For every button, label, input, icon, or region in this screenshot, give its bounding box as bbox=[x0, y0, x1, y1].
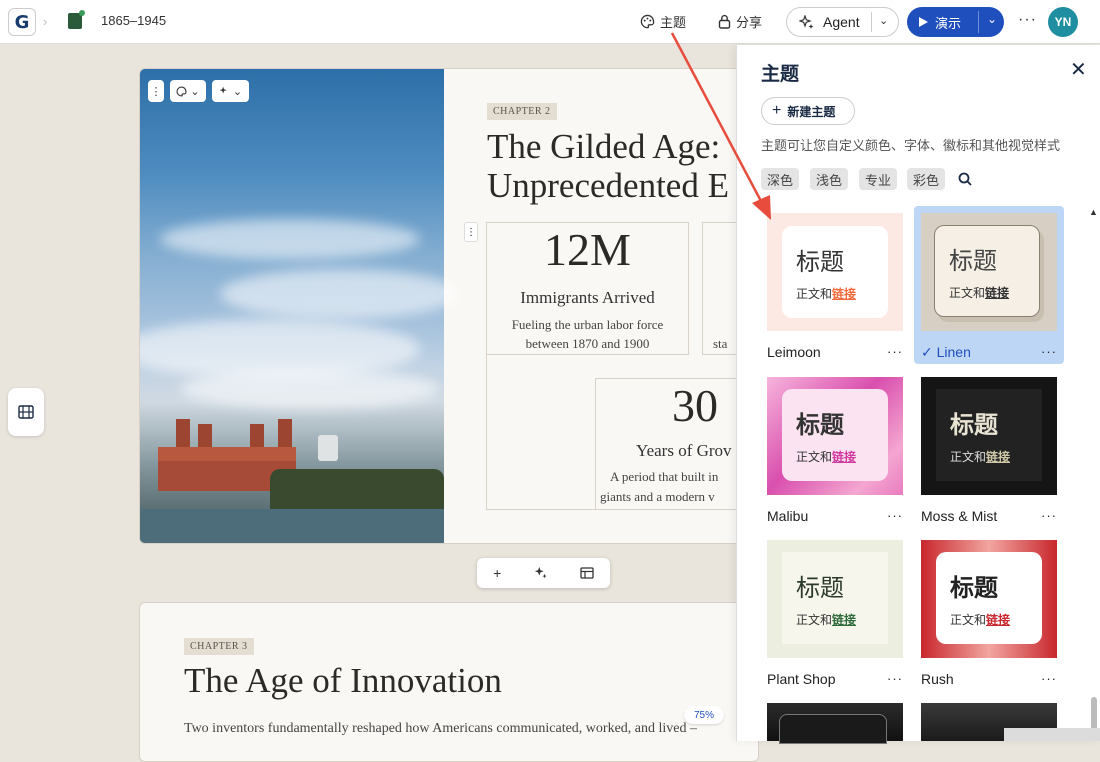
slide-title-line-2: Unprecedented E bbox=[487, 166, 729, 205]
preview-body: 正文和链接 bbox=[796, 450, 857, 464]
breadcrumb-chevron-icon: › bbox=[43, 14, 48, 29]
share-button[interactable]: 分享 bbox=[718, 12, 762, 31]
plus-icon: + bbox=[772, 102, 782, 119]
theme-name-selected: ✓ Linen bbox=[921, 344, 971, 360]
scroll-shadow bbox=[1004, 728, 1100, 741]
stat-label: Immigrants Arrived bbox=[520, 288, 655, 307]
theme-preview: 标题 正文和链接 bbox=[767, 213, 903, 331]
search-icon[interactable] bbox=[957, 171, 973, 187]
more-options-icon[interactable]: ··· bbox=[1041, 508, 1057, 523]
theme-preview: 标题 正文和链接 bbox=[921, 377, 1057, 495]
block-handle-icon[interactable]: ⋮ bbox=[464, 222, 478, 242]
stat-card-immigrants[interactable]: 12M Immigrants Arrived Fueling the urban… bbox=[486, 222, 689, 355]
top-bar: G › 1865–1945 主题 分享 Agent ⌄ 演示 ⌄ ··· YN bbox=[0, 0, 1100, 44]
preview-body: 正文和链接 bbox=[950, 613, 1011, 627]
panel-description: 主题可让您自定义颜色、字体、徽标和其他视觉样式 bbox=[761, 138, 1061, 153]
zoom-level[interactable]: 75% bbox=[684, 706, 724, 724]
preview-body: 正文和链接 bbox=[949, 286, 1010, 300]
card-insert-toolbar: + bbox=[477, 558, 610, 588]
theme-name: Malibu bbox=[767, 508, 809, 524]
stat-number: 12M bbox=[544, 224, 631, 275]
film-icon bbox=[18, 405, 34, 419]
lock-icon bbox=[718, 14, 731, 29]
share-button-label: 分享 bbox=[736, 15, 763, 30]
palette-icon bbox=[640, 14, 655, 29]
preview-body: 正文和链接 bbox=[796, 613, 857, 627]
more-options-icon[interactable]: ··· bbox=[887, 671, 903, 686]
stat-description-line-1: Fueling the urban labor force bbox=[511, 317, 664, 332]
filter-chip-colorful[interactable]: 彩色 bbox=[907, 168, 946, 190]
ellis-island-photo bbox=[140, 69, 460, 543]
agent-divider bbox=[871, 12, 872, 32]
stat-description-line-2: between 1870 and 1900 bbox=[525, 336, 650, 351]
filter-chip-dark[interactable]: 深色 bbox=[761, 168, 800, 190]
add-card-icon[interactable]: + bbox=[493, 565, 501, 581]
more-options-icon[interactable]: ··· bbox=[1018, 11, 1037, 29]
agent-button-label: Agent bbox=[823, 14, 860, 30]
card-theme-button[interactable]: ⌄ bbox=[170, 80, 206, 102]
preview-heading: 标题 bbox=[949, 247, 997, 275]
theme-button-label: 主题 bbox=[660, 15, 687, 30]
slide-title-line-1: The Gilded Age: bbox=[487, 127, 721, 166]
more-options-icon[interactable]: ··· bbox=[1041, 344, 1057, 359]
panel-title: 主题 bbox=[761, 64, 800, 85]
layout-icon[interactable] bbox=[580, 567, 594, 579]
chapter-label: CHAPTER 2 bbox=[487, 103, 557, 120]
preview-heading: 标题 bbox=[796, 574, 844, 602]
filter-chip-light[interactable]: 浅色 bbox=[810, 168, 849, 190]
close-icon[interactable]: ✕ bbox=[1070, 57, 1087, 82]
present-divider bbox=[978, 11, 979, 33]
present-button-label: 演示 bbox=[935, 15, 962, 31]
app-logo[interactable]: G bbox=[8, 8, 36, 36]
preview-body: 正文和链接 bbox=[950, 450, 1011, 464]
theme-name: Moss & Mist bbox=[921, 508, 998, 524]
theme-preview: 标题 正文和链接 bbox=[921, 213, 1057, 331]
slide-card-chapter-2[interactable]: ⋮ ⌄ ⌄ CHAPTER 2 The Gilded Age: Unpreced… bbox=[139, 68, 759, 544]
preview-heading: 标题 bbox=[796, 411, 844, 439]
check-icon: ✓ bbox=[921, 344, 933, 360]
theme-preview: 标题 正文和链接 bbox=[921, 540, 1057, 658]
preview-heading: 标题 bbox=[950, 411, 998, 439]
sparkle-icon bbox=[799, 15, 814, 29]
present-button[interactable]: 演示 ⌄ bbox=[907, 7, 1004, 37]
new-theme-label: 新建主题 bbox=[787, 104, 836, 119]
card-ai-button[interactable]: ⌄ bbox=[212, 80, 249, 102]
filter-chip-professional[interactable]: 专业 bbox=[859, 168, 898, 190]
theme-button[interactable]: 主题 bbox=[640, 12, 686, 31]
stat-card-years[interactable]: 30 Years of Grov A period that built in … bbox=[595, 378, 758, 510]
slide-body-text: Two inventors fundamentally reshaped how… bbox=[184, 721, 697, 736]
more-options-icon[interactable]: ··· bbox=[887, 344, 903, 359]
chapter-label: CHAPTER 3 bbox=[184, 638, 254, 655]
preview-body: 正文和链接 bbox=[796, 287, 857, 301]
sparkle-icon[interactable] bbox=[534, 566, 548, 580]
chevron-down-icon[interactable]: ⌄ bbox=[879, 14, 888, 27]
play-icon bbox=[919, 17, 928, 27]
card-menu-icon[interactable]: ⋮ bbox=[148, 80, 164, 102]
slides-panel-toggle[interactable] bbox=[8, 388, 44, 436]
theme-name: Rush bbox=[921, 671, 954, 687]
chevron-down-icon[interactable]: ⌄ bbox=[987, 12, 997, 26]
slide-card-chapter-3[interactable]: CHAPTER 3 The Age of Innovation Two inve… bbox=[139, 602, 759, 762]
avatar[interactable]: YN bbox=[1048, 7, 1078, 37]
more-options-icon[interactable]: ··· bbox=[1041, 671, 1057, 686]
agent-button[interactable]: Agent ⌄ bbox=[786, 7, 899, 37]
sparkle-icon bbox=[219, 86, 227, 94]
preview-heading: 标题 bbox=[796, 248, 844, 276]
slide-title: The Age of Innovation bbox=[184, 661, 502, 700]
document-icon bbox=[68, 10, 85, 29]
theme-name: Plant Shop bbox=[767, 671, 836, 687]
new-theme-button[interactable]: + 新建主题 bbox=[761, 97, 855, 125]
document-title[interactable]: 1865–1945 bbox=[101, 13, 166, 28]
theme-name: Leimoon bbox=[767, 344, 821, 360]
theme-preview: 标题 正文和链接 bbox=[767, 540, 903, 658]
palette-icon bbox=[176, 85, 187, 97]
preview-heading: 标题 bbox=[950, 574, 998, 602]
theme-tile-partial-1[interactable] bbox=[767, 703, 903, 744]
scroll-up-icon[interactable]: ▲ bbox=[1089, 207, 1098, 217]
more-options-icon[interactable]: ··· bbox=[887, 508, 903, 523]
theme-preview: 标题 正文和链接 bbox=[767, 377, 903, 495]
